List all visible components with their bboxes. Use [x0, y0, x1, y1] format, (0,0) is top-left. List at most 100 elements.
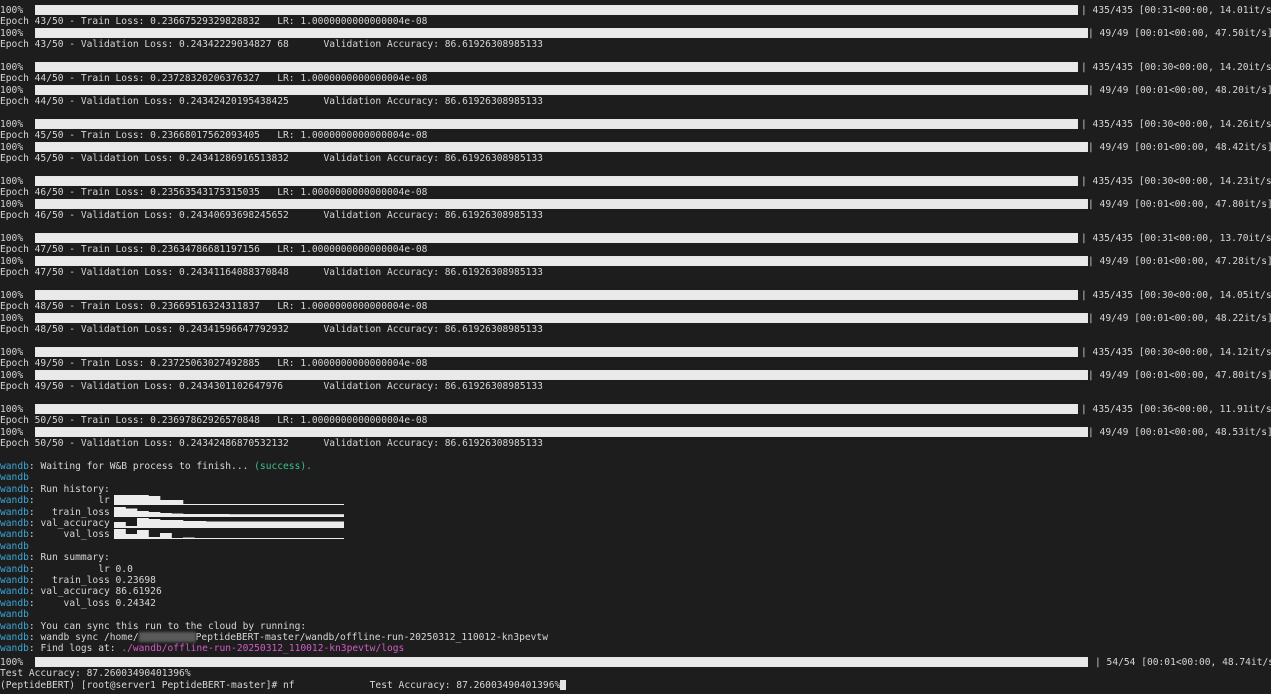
progress-suffix: | 49/49 [00:01<00:00, 48.22it/s]	[1088, 312, 1271, 324]
sparkline-segment	[217, 513, 230, 517]
sparkline-segment	[263, 504, 276, 506]
progress-fill	[36, 234, 1077, 242]
sparkline-segment	[114, 495, 126, 506]
wandb-prefix: wandb	[0, 518, 29, 529]
progress-track	[35, 233, 1078, 243]
progress-track	[35, 27, 1088, 38]
wandb-history-label: : lr	[28, 495, 116, 507]
progress-track	[35, 5, 1078, 15]
progress-percent: 100%	[0, 312, 24, 324]
wandb-history-row: wandb: lr	[0, 495, 344, 507]
train-loss-line: Epoch 49/50 - Train Loss: 0.237250630274…	[0, 358, 428, 370]
progress-track	[35, 369, 1088, 380]
progress-track	[35, 84, 1088, 95]
progress-track	[35, 198, 1088, 209]
progress-suffix: | 49/49 [00:01<00:00, 47.80it/s]	[1088, 369, 1271, 381]
progress-fill	[36, 427, 1087, 436]
progress-fill	[36, 348, 1077, 356]
progress-percent: 100%	[0, 657, 24, 668]
train-progress-bar: 100% | 435/435 [00:30<00:00, 14.12it/s]	[0, 347, 1271, 358]
wandb-prefix: wandb	[0, 552, 29, 564]
sparkline-segment	[252, 538, 264, 540]
wandb-find-logs: : Find logs at:	[28, 643, 122, 655]
validation-progress-bar: 100% | 49/49 [00:01<00:00, 47.28it/s]	[0, 255, 1271, 267]
sparkline-segment	[263, 538, 276, 540]
wandb-summary-item: : val_loss 0.24342	[28, 597, 156, 609]
wandb-history-row: wandb: val_accuracy	[0, 518, 344, 529]
train-loss-line: Epoch 46/50 - Train Loss: 0.235635431753…	[0, 187, 428, 199]
progress-suffix: | 49/49 [00:01<00:00, 47.50it/s]	[1088, 27, 1271, 39]
wandb-prefix: wandb	[0, 483, 29, 495]
wandb-prefix: wandb	[0, 609, 29, 621]
wandb-history-row: wandb: train_loss	[0, 506, 344, 518]
wandb-sync-command-line: wandb: wandb sync /home/PeptideBERT-mast…	[0, 632, 548, 643]
progress-percent: 100%	[0, 27, 24, 39]
progress-track	[35, 290, 1078, 300]
wandb-summary-row: wandb: train_loss 0.23698	[0, 575, 156, 586]
progress-percent: 100%	[0, 62, 24, 73]
progress-track	[35, 255, 1088, 266]
sparkline-segment	[148, 496, 161, 506]
wandb-find-logs-line: wandb: Find logs at: ./wandb/offline-run…	[0, 643, 404, 654]
validation-progress-bar: 100% | 49/49 [00:01<00:00, 48.42it/s]	[0, 141, 1271, 153]
train-progress-bar: 100% | 435/435 [00:30<00:00, 14.23it/s]	[0, 176, 1271, 187]
progress-percent: 100%	[0, 233, 24, 244]
progress-percent: 100%	[0, 255, 24, 267]
wandb-sync-hint-line: wandb: You can sync this run to the clou…	[0, 621, 306, 632]
sparkline-segment	[183, 537, 195, 540]
sparkline-segment	[125, 526, 138, 528]
train-loss-line: Epoch 50/50 - Train Loss: 0.236978629265…	[0, 415, 428, 427]
wandb-summary-item: : train_loss 0.23698	[28, 575, 156, 586]
sparkline-segment	[309, 521, 322, 528]
sparkline-segment	[332, 538, 344, 540]
sparkline-segment	[160, 533, 172, 540]
progress-track	[35, 404, 1078, 414]
sparkline-segment	[229, 538, 241, 540]
sparkline-segment	[275, 538, 287, 540]
progress-percent: 100%	[0, 369, 24, 381]
sparkline-val-loss	[114, 529, 344, 540]
progress-suffix: | 435/435 [00:30<00:00, 14.26it/s]	[1081, 119, 1271, 130]
progress-percent: 100%	[0, 347, 24, 358]
sparkline-segment	[171, 538, 184, 540]
progress-fill	[36, 177, 1077, 185]
train-progress-bar: 100% | 435/435 [00:31<00:00, 13.70it/s]	[0, 233, 1271, 244]
terminal-window[interactable]: 100% | 435/435 [00:31<00:00, 14.01it/s] Ep…	[0, 0, 1271, 694]
train-loss-line: Epoch 48/50 - Train Loss: 0.236695163243…	[0, 301, 428, 313]
wandb-sync-hint: : You can sync this run to the cloud by …	[28, 620, 307, 632]
progress-fill	[36, 256, 1087, 265]
text-cursor	[560, 679, 567, 690]
sparkline-segment	[114, 522, 126, 528]
wandb-prefix: wandb	[0, 632, 29, 643]
sparkline-segment	[263, 521, 276, 528]
progress-suffix: | 49/49 [00:01<00:00, 47.80it/s]	[1088, 198, 1271, 210]
progress-suffix: | 435/435 [00:30<00:00, 14.23it/s]	[1081, 176, 1271, 187]
progress-fill	[36, 658, 1087, 666]
sparkline-segment	[206, 504, 218, 506]
progress-percent: 100%	[0, 84, 24, 96]
wandb-prefix: wandb	[0, 643, 29, 655]
wandb-waiting-line: wandb: Waiting for W&B process to finish…	[0, 461, 312, 472]
validation-progress-bar: 100% | 49/49 [00:01<00:00, 47.80it/s]	[0, 369, 1271, 381]
sparkline-segment	[217, 521, 230, 528]
progress-track	[35, 119, 1078, 129]
progress-track	[35, 347, 1078, 357]
sparkline-segment	[160, 512, 172, 517]
wandb-prefix: wandb	[0, 461, 29, 472]
sparkline-segment	[206, 521, 218, 528]
train-progress-bar: 100% | 435/435 [00:30<00:00, 14.26it/s]	[0, 119, 1271, 130]
progress-percent: 100%	[0, 290, 24, 301]
wandb-prefix: wandb	[0, 495, 29, 507]
wandb-prefix: wandb	[0, 620, 29, 632]
sparkline-segment	[229, 513, 241, 517]
sparkline-segment	[206, 513, 218, 517]
progress-percent: 100%	[0, 426, 24, 438]
sparkline-segment	[252, 513, 264, 517]
sparkline-segment	[137, 510, 149, 517]
progress-fill	[36, 63, 1077, 71]
sparkline-segment	[321, 538, 333, 540]
sparkline-segment	[309, 513, 322, 517]
sparkline-segment	[263, 513, 276, 517]
shell-prompt[interactable]: (PeptideBERT) [root@server1 PeptideBERT-…	[0, 679, 567, 691]
sparkline-segment	[275, 513, 287, 517]
